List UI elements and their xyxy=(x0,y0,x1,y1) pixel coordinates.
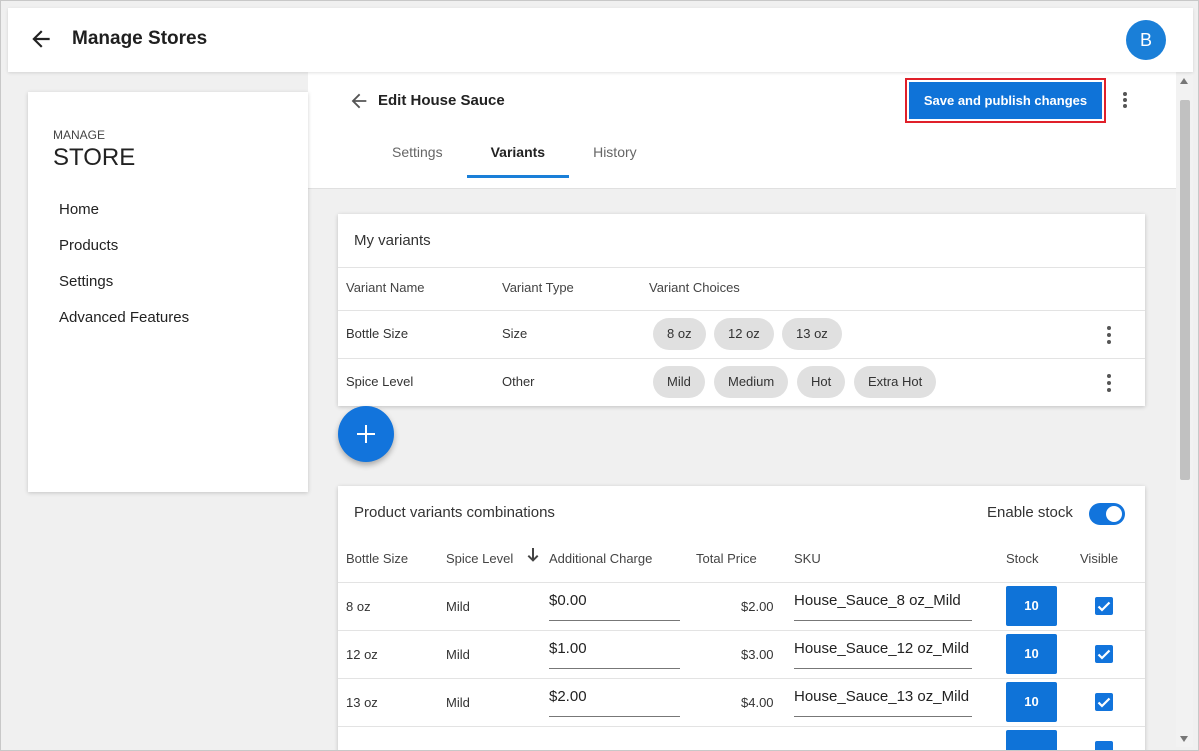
choice-chip: 12 oz xyxy=(714,318,774,350)
arrow-down-icon[interactable] xyxy=(527,548,539,562)
variant-name: Bottle Size xyxy=(346,326,409,341)
table-row xyxy=(338,726,1145,750)
sku-input[interactable]: House_Sauce_8 oz_Mild xyxy=(794,592,972,621)
variants-card: My variants Variant Name Variant Type Va… xyxy=(338,214,1145,406)
column-header[interactable]: Bottle Size xyxy=(346,551,408,566)
variant-type: Size xyxy=(502,326,528,341)
editor-header: Edit House Sauce Save and publish change… xyxy=(308,72,1176,189)
check-icon xyxy=(1097,601,1111,612)
save-and-publish-button[interactable]: Save and publish changes xyxy=(905,78,1106,123)
sidebar-store-name: STORE xyxy=(53,144,136,171)
column-header[interactable]: SKU xyxy=(794,551,821,566)
scroll-down-icon[interactable] xyxy=(1180,736,1188,742)
stock-button[interactable]: 10 xyxy=(1006,682,1057,722)
sidebar-item-home[interactable]: Home xyxy=(59,200,189,236)
choice-chip: Medium xyxy=(714,366,789,398)
variant-type: Other xyxy=(502,374,535,389)
additional-charge-input[interactable]: $1.00 xyxy=(549,640,680,669)
column-header: Variant Type xyxy=(502,280,574,295)
sku-input[interactable]: House_Sauce_13 oz_Mild xyxy=(794,688,972,717)
check-icon xyxy=(1097,649,1111,660)
sidebar-item-settings[interactable]: Settings xyxy=(59,272,189,308)
stock-button[interactable]: 10 xyxy=(1006,586,1057,626)
visible-checkbox[interactable] xyxy=(1095,597,1113,615)
sidebar-item-advanced-features[interactable]: Advanced Features xyxy=(59,308,189,344)
table-row: Spice Level Other Mild Medium Hot Extra … xyxy=(338,358,1145,406)
additional-charge-input[interactable]: $0.00 xyxy=(549,592,680,621)
choice-chip: Extra Hot xyxy=(854,366,937,398)
choice-chip: 8 oz xyxy=(653,318,706,350)
scrollbar[interactable] xyxy=(1176,72,1193,747)
total-price-cell: $2.00 xyxy=(741,599,774,614)
additional-charge-input[interactable]: $2.00 xyxy=(549,688,680,717)
scrollbar-thumb[interactable] xyxy=(1180,100,1190,480)
column-header[interactable]: Visible xyxy=(1080,551,1118,566)
visible-checkbox[interactable] xyxy=(1095,645,1113,663)
app-title: Manage Stores xyxy=(72,28,208,49)
check-icon xyxy=(1097,697,1111,708)
add-variant-button[interactable] xyxy=(338,406,394,462)
page-title: Edit House Sauce xyxy=(378,92,505,109)
column-header[interactable]: Additional Charge xyxy=(549,551,652,566)
combinations-card: Product variants combinations Enable sto… xyxy=(338,486,1145,750)
tab-bar: Settings Variants History xyxy=(368,134,661,178)
tab-variants[interactable]: Variants xyxy=(466,134,570,178)
app-window: Manage Stores B MANAGE STORE Home Produc… xyxy=(0,0,1199,751)
variants-header-row: Variant Name Variant Type Variant Choice… xyxy=(338,267,1145,310)
bottle-size-cell: 8 oz xyxy=(346,599,371,614)
table-row: Bottle Size Size 8 oz 12 oz 13 oz xyxy=(338,310,1145,358)
sidebar-kicker: MANAGE xyxy=(53,128,106,142)
bottle-size-cell: 12 oz xyxy=(346,647,378,662)
visible-checkbox[interactable] xyxy=(1095,741,1113,750)
variants-card-title: My variants xyxy=(354,232,431,249)
enable-stock-label: Enable stock xyxy=(987,504,1073,521)
spice-level-cell: Mild xyxy=(446,695,470,710)
total-price-cell: $4.00 xyxy=(741,695,774,710)
combinations-header-row: Bottle Size Spice Level Additional Charg… xyxy=(338,541,1145,582)
stock-button[interactable]: 10 xyxy=(1006,634,1057,674)
column-header[interactable]: Stock xyxy=(1006,551,1039,566)
choice-chip: Mild xyxy=(653,366,705,398)
more-vert-icon[interactable] xyxy=(1115,90,1135,110)
column-header: Variant Choices xyxy=(649,280,740,295)
bottle-size-cell: 13 oz xyxy=(346,695,378,710)
tab-history[interactable]: History xyxy=(569,134,661,178)
sidebar-item-products[interactable]: Products xyxy=(59,236,189,272)
sidebar: MANAGE STORE Home Products Settings Adva… xyxy=(28,92,308,492)
stock-button[interactable] xyxy=(1006,730,1057,750)
total-price-cell: $3.00 xyxy=(741,647,774,662)
back-arrow-icon[interactable] xyxy=(28,26,54,52)
back-arrow-icon[interactable] xyxy=(348,90,370,112)
table-row: 12 oz Mild $1.00 $3.00 House_Sauce_12 oz… xyxy=(338,630,1145,678)
enable-stock-toggle[interactable] xyxy=(1089,503,1125,525)
table-row: 13 oz Mild $2.00 $4.00 House_Sauce_13 oz… xyxy=(338,678,1145,726)
more-vert-icon[interactable] xyxy=(1106,373,1112,393)
save-button-label: Save and publish changes xyxy=(909,82,1102,119)
spice-level-cell: Mild xyxy=(446,647,470,662)
sku-input[interactable]: House_Sauce_12 oz_Mild xyxy=(794,640,972,669)
avatar[interactable]: B xyxy=(1126,20,1166,60)
variant-name: Spice Level xyxy=(346,374,414,389)
combinations-card-title: Product variants combinations xyxy=(354,504,555,521)
choice-chip: Hot xyxy=(797,366,846,398)
plus-icon xyxy=(357,425,375,443)
table-row: 8 oz Mild $0.00 $2.00 House_Sauce_8 oz_M… xyxy=(338,582,1145,630)
column-header[interactable]: Total Price xyxy=(696,551,757,566)
column-header: Variant Name xyxy=(346,280,425,295)
sidebar-nav: Home Products Settings Advanced Features xyxy=(59,200,189,344)
choice-chip: 13 oz xyxy=(782,318,842,350)
scroll-up-icon[interactable] xyxy=(1180,78,1188,84)
tab-settings[interactable]: Settings xyxy=(368,134,467,178)
spice-level-cell: Mild xyxy=(446,599,470,614)
app-bar: Manage Stores B xyxy=(8,8,1193,72)
more-vert-icon[interactable] xyxy=(1106,325,1112,345)
visible-checkbox[interactable] xyxy=(1095,693,1113,711)
column-header[interactable]: Spice Level xyxy=(446,551,513,566)
